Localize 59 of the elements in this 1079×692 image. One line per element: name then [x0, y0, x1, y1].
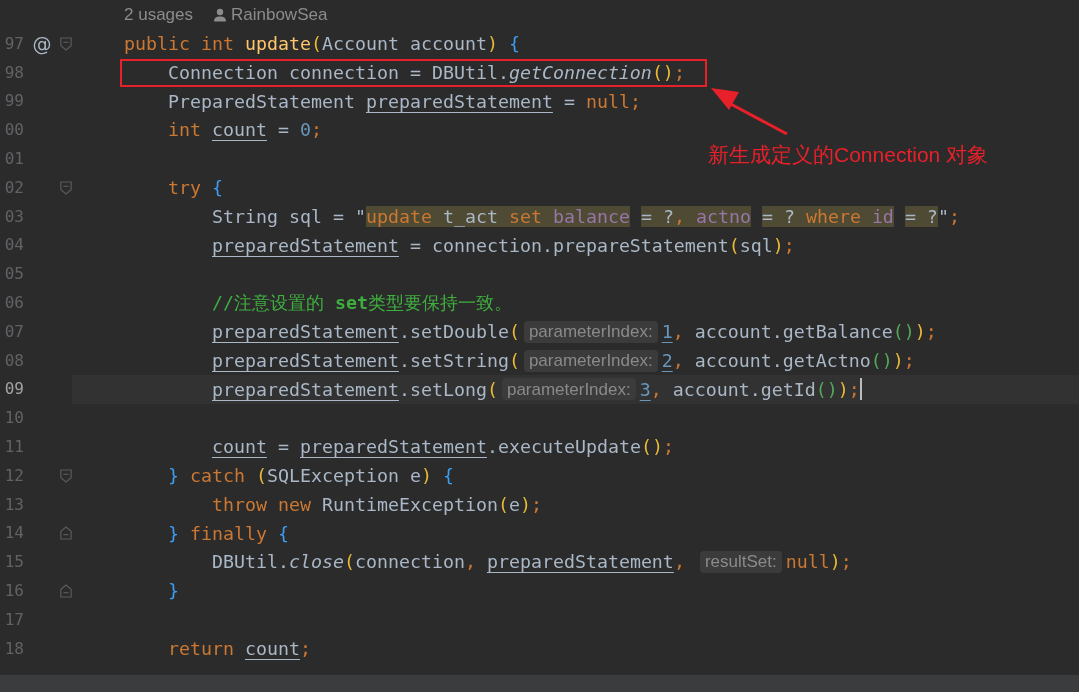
code-text: 3, account.getId());: [639, 377, 860, 402]
code-text: preparedStatement = connection.prepareStatement(sql);: [211, 233, 795, 258]
code-text: null);: [785, 550, 852, 575]
author-hint: RainbowSea: [231, 4, 328, 27]
code-text: return count;: [167, 636, 311, 661]
code-text: }: [167, 579, 179, 604]
line-number: 15: [3, 551, 24, 574]
line-number: 04: [3, 234, 24, 257]
line-number: 16: [3, 579, 24, 602]
usages-hint[interactable]: 2 usages: [124, 2, 193, 28]
line-number: 01: [3, 147, 24, 170]
line-number: 17: [3, 608, 24, 631]
code-text: preparedStatement.setString(: [211, 348, 520, 373]
text-cursor: [859, 378, 862, 401]
line-number: 05: [3, 263, 24, 286]
code-text: public int update(Account account) {: [124, 32, 520, 57]
fold-icon[interactable]: [60, 467, 72, 484]
line-number: 11: [3, 435, 24, 458]
fold-icon[interactable]: [60, 179, 72, 196]
parameter-hint: parameterIndex:: [501, 378, 636, 401]
code-text: try {: [167, 176, 223, 201]
code-text: } finally {: [167, 521, 289, 546]
code-text: } catch (SQLException e) {: [167, 464, 454, 489]
code-text: preparedStatement.setDouble(: [211, 320, 520, 345]
code-text: count = preparedStatement.executeUpdate();: [211, 435, 674, 460]
annotation-label: 新生成定义的Connection 对象: [708, 142, 989, 168]
line-number: 99: [3, 90, 24, 113]
code-text: DBUtil.close(connection, preparedStatement,: [211, 550, 686, 575]
line-number: 00: [3, 119, 24, 142]
code-text: 1, account.getBalance());: [661, 320, 937, 345]
fold-icon[interactable]: [60, 525, 72, 542]
fold-icon[interactable]: [60, 35, 72, 52]
code-text: String sql = "update t_act set balance = ?, actno = ? where id = ?";: [211, 204, 960, 229]
line-number: 10: [3, 407, 24, 430]
line-number: 97: [3, 32, 24, 55]
person-icon: [213, 8, 227, 22]
line-number: 07: [3, 320, 24, 343]
line-number: 09: [3, 378, 24, 401]
code-text: throw new RuntimeException(e);: [211, 492, 542, 517]
line-number: 98: [3, 61, 24, 84]
line-number: 03: [3, 205, 24, 228]
code-text: int count = 0;: [167, 118, 322, 143]
code-text: Connection connection = DBUtil.getConnection();: [167, 60, 685, 85]
line-number: 08: [3, 349, 24, 372]
parameter-hint: parameterIndex:: [523, 349, 658, 372]
code-text: //注意设置的 set类型要保持一致。: [211, 291, 512, 316]
line-number: 02: [3, 176, 24, 199]
line-number: 13: [3, 493, 24, 516]
code-text: preparedStatement.setLong(: [211, 377, 498, 402]
parameter-hint: resultSet:: [699, 551, 782, 574]
line-number: 18: [3, 637, 24, 660]
code-text: PreparedStatement preparedStatement = null;: [167, 89, 641, 114]
line-number: 06: [3, 291, 24, 314]
parameter-hint: parameterIndex:: [523, 320, 658, 343]
fold-icon[interactable]: [60, 582, 72, 599]
line-number: 14: [3, 522, 24, 545]
line-number: 12: [3, 464, 24, 487]
code-text: 2, account.getActno());: [661, 348, 915, 373]
override-marker[interactable]: @: [32, 29, 52, 59]
